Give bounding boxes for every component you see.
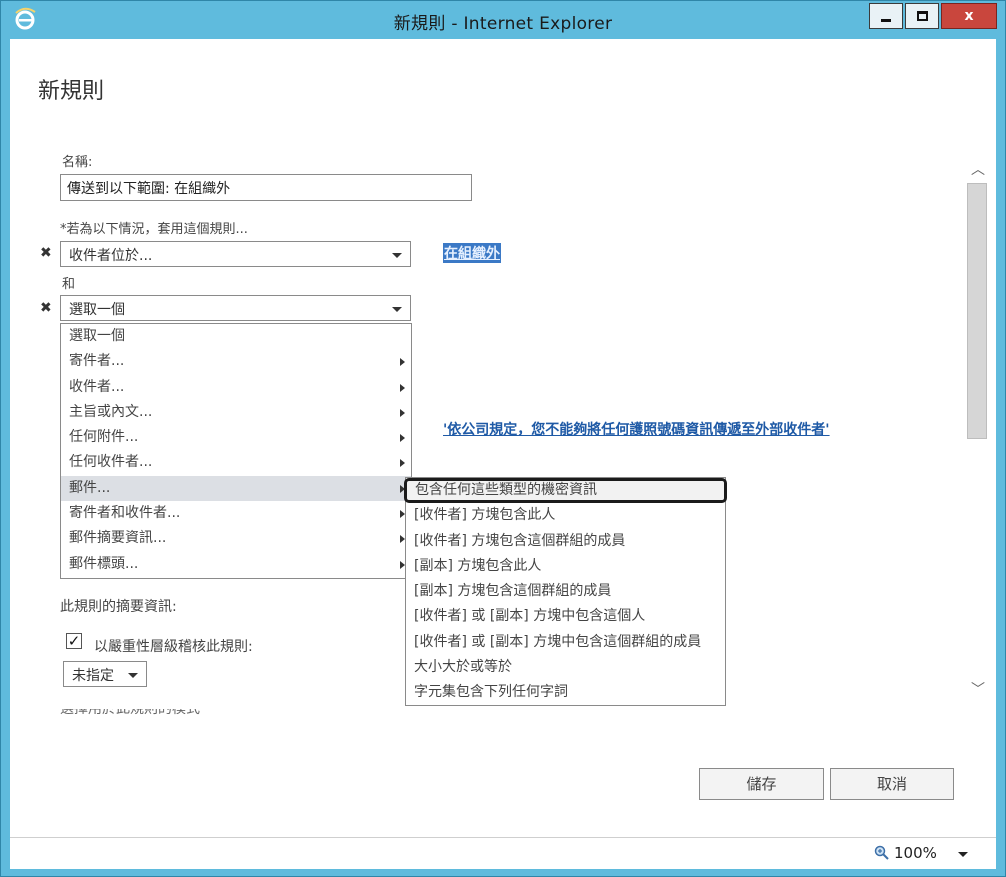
- chevron-down-icon: [392, 307, 402, 312]
- page-content: 新規則 名稱: 傳送到以下範圍: 在組織外 *若為以下情況，套用這個規則... …: [10, 39, 996, 837]
- submenu-item[interactable]: [收件者] 或 [副本] 方塊中包含這個人: [406, 604, 725, 629]
- menu-item-label: 任何附件...: [69, 429, 139, 446]
- chevron-right-icon: [400, 434, 405, 443]
- ie-window: 新規則 - Internet Explorer x 新規則 名稱: 傳送到以下範…: [0, 0, 1006, 877]
- menu-item-label: 收件者...: [69, 378, 125, 395]
- and-label: 和: [62, 277, 76, 292]
- submenu-item[interactable]: [收件者] 方塊包含這個群組的成員: [406, 529, 725, 554]
- title-bar[interactable]: 新規則 - Internet Explorer x: [1, 1, 1005, 39]
- menu-item-label: 郵件摘要資訊...: [69, 530, 167, 547]
- audit-checkbox-label: 以嚴重性層級稽核此規則:: [94, 639, 253, 655]
- save-button[interactable]: 儲存: [699, 768, 824, 800]
- condition-dropdown-menu: 選取一個寄件者... 收件者... 主旨或內文... 任何附件... 任何收件者... 郵…: [60, 323, 412, 579]
- condition-1-select[interactable]: 收件者位於...: [60, 241, 411, 267]
- submenu-item[interactable]: [收件者] 或 [副本] 方塊中包含這個群組的成員: [406, 630, 725, 655]
- action-link[interactable]: '依公司規定，您不能夠將任何護照號碼資訊傳遞至外部收件者': [443, 419, 830, 439]
- menu-item[interactable]: 郵件標頭...: [61, 552, 411, 577]
- magnifier-icon: [874, 845, 889, 860]
- page-title: 新規則: [38, 79, 105, 104]
- menu-item-label: 寄件者...: [69, 353, 125, 370]
- menu-item[interactable]: 寄件者...: [61, 349, 411, 374]
- menu-item[interactable]: 任何附件...: [61, 425, 411, 450]
- menu-item-label: 郵件...: [69, 479, 111, 496]
- message-submenu: 包含任何這些類型的機密資訊 [收件者] 方塊包含此人 [收件者] 方塊包含這個群組的…: [404, 477, 727, 706]
- condition-2-select[interactable]: 選取一個: [60, 295, 411, 321]
- menu-item[interactable]: 選取一個: [61, 324, 411, 349]
- menu-item-label: 選取一個: [69, 328, 125, 344]
- zoom-control[interactable]: 100%: [874, 844, 937, 862]
- audit-checkbox[interactable]: ✓: [66, 633, 82, 649]
- minimize-icon: [881, 18, 891, 22]
- condition-label: *若為以下情況，套用這個規則...: [60, 222, 248, 237]
- condition-2-value: 選取一個: [69, 302, 125, 318]
- remove-condition-1-icon[interactable]: ✖: [40, 245, 52, 261]
- menu-item[interactable]: 郵件...: [61, 475, 411, 502]
- zoom-dropdown-icon[interactable]: [958, 852, 968, 857]
- checkmark-icon: ✓: [67, 632, 81, 650]
- menu-item[interactable]: 郵件摘要資訊...: [61, 526, 411, 551]
- zoom-level: 100%: [894, 844, 937, 862]
- condition-1-link[interactable]: 在組織外: [443, 243, 501, 263]
- submenu-item[interactable]: [副本] 方塊包含這個群組的成員: [406, 579, 725, 604]
- maximize-icon: [916, 11, 928, 21]
- mode-label-partial: 選擇用於此規則的模式: [60, 709, 200, 717]
- severity-select[interactable]: 未指定: [63, 661, 147, 687]
- cancel-button[interactable]: 取消: [830, 768, 954, 800]
- summary-label: 此規則的摘要資訊:: [60, 599, 177, 615]
- remove-condition-2-icon[interactable]: ✖: [40, 300, 52, 316]
- chevron-right-icon: [400, 383, 405, 392]
- scroll-thumb[interactable]: [967, 183, 987, 439]
- name-label: 名稱:: [62, 155, 93, 170]
- close-button[interactable]: x: [941, 3, 997, 29]
- submenu-item[interactable]: 字元集包含下列任何字詞: [406, 680, 725, 705]
- window-title: 新規則 - Internet Explorer: [393, 14, 613, 34]
- scroll-down-icon[interactable]: ﹀: [966, 679, 990, 699]
- submenu-item[interactable]: 大小大於或等於: [406, 655, 725, 680]
- chevron-right-icon: [400, 358, 405, 367]
- submenu-item[interactable]: [副本] 方塊包含此人: [406, 554, 725, 579]
- severity-value: 未指定: [72, 668, 114, 684]
- maximize-button[interactable]: [905, 3, 939, 29]
- scroll-up-icon[interactable]: ︿: [966, 159, 990, 179]
- menu-item-label: 郵件標頭...: [69, 555, 139, 572]
- menu-item[interactable]: 主旨或內文...: [61, 400, 411, 425]
- name-input[interactable]: 傳送到以下範圍: 在組織外: [60, 174, 472, 201]
- chevron-down-icon: [128, 673, 138, 678]
- menu-item[interactable]: 寄件者和收件者...: [61, 501, 411, 526]
- chevron-down-icon: [392, 253, 402, 258]
- menu-item[interactable]: 收件者...: [61, 375, 411, 400]
- menu-item[interactable]: 任何收件者...: [61, 450, 411, 475]
- condition-1-value: 收件者位於...: [69, 248, 153, 264]
- chevron-right-icon: [400, 459, 405, 468]
- vertical-scrollbar[interactable]: ︿ ﹀: [966, 159, 990, 699]
- minimize-button[interactable]: [869, 3, 903, 29]
- menu-item-label: 寄件者和收件者...: [69, 505, 181, 522]
- status-bar: 100%: [10, 837, 996, 869]
- menu-item-label: 主旨或內文...: [69, 403, 153, 420]
- menu-item-label: 任何收件者...: [69, 454, 153, 471]
- close-icon: x: [964, 8, 974, 24]
- submenu-item[interactable]: 包含任何這些類型的機密資訊: [404, 478, 727, 504]
- submenu-item[interactable]: [收件者] 方塊包含此人: [406, 503, 725, 528]
- chevron-right-icon: [400, 408, 405, 417]
